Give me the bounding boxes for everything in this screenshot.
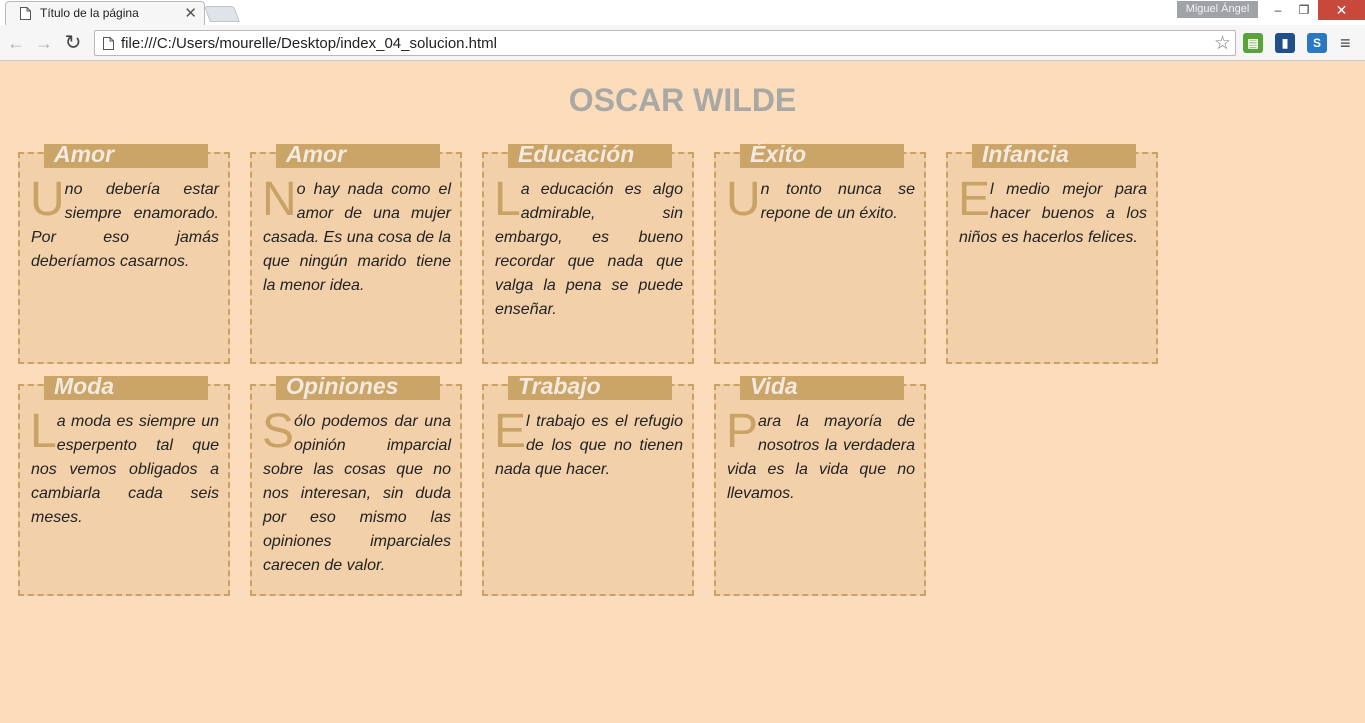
card-heading: Éxito [750,141,807,167]
quote-card: Educación La educación es algo admirable… [482,141,694,364]
drop-cap: L [494,173,521,226]
card-heading: Infancia [982,141,1069,167]
forward-arrow-icon[interactable]: → [34,33,54,53]
page-title: OSCAR WILDE [568,82,797,118]
reload-icon[interactable]: ↻ [63,33,83,53]
card-heading-tab: Amor [44,141,208,168]
drop-cap: S [262,405,295,458]
quote-text: Para la mayoría de nosotros la verdadera… [726,405,915,506]
url-text[interactable]: file:///C:/Users/mourelle/Desktop/index_… [121,35,497,52]
card-heading-tab: Trabajo [508,373,672,400]
quote-text: La educación es algo admirable, sin emba… [494,173,683,322]
quote-body: a moda es siempre un esperpento tal que … [31,413,219,526]
quote-card: Éxito Un tonto nunca se repone de un éxi… [714,141,926,364]
restore-window-button[interactable]: ❐ [1291,0,1317,20]
quote-body: a educación es algo admirable, sin embar… [495,181,683,318]
quote-text: No hay nada como el amor de una mujer ca… [262,173,451,298]
bookmark-star-icon[interactable]: ☆ [1214,32,1231,55]
s-extension-icon[interactable]: S [1307,33,1327,53]
quote-card: Vida Para la mayoría de nosotros la verd… [714,373,926,596]
card-heading-tab: Éxito [740,141,904,168]
drop-cap: E [958,173,991,226]
card-heading: Opiniones [286,373,399,399]
back-arrow-icon[interactable]: ← [6,33,26,53]
printer-extension-icon[interactable]: ▤ [1243,33,1263,53]
quote-card: Trabajo El trabajo es el refugio de los … [482,373,694,596]
drop-cap: U [30,173,65,226]
quote-text: El medio mejor para hacer buenos a los n… [958,173,1147,250]
card-heading-tab: Vida [740,373,904,400]
card-heading-tab: Amor [276,141,440,168]
card-heading-tab: Educación [508,141,672,168]
card-heading: Amor [54,141,115,167]
quote-text: El trabajo es el refugio de los que no t… [494,405,683,482]
drop-cap: N [262,173,297,226]
tab-close-icon[interactable]: ✕ [184,4,197,22]
quote-body: n tonto nunca se repone de un éxito. [760,181,915,222]
quote-text: Sólo podemos dar una opinión imparcial s… [262,405,451,578]
close-window-button[interactable]: ✕ [1318,0,1365,20]
user-profile-badge[interactable]: Miguel Ángel [1177,1,1258,18]
address-bar[interactable]: file:///C:/Users/mourelle/Desktop/index_… [94,30,1236,56]
quote-card: Infancia El medio mejor para hacer bueno… [946,141,1158,364]
chart-extension-icon[interactable]: ▮ [1275,33,1295,53]
quote-text: Uno debería estar siempre enamorado. Por… [30,173,219,274]
page-icon [103,37,114,50]
quote-card: Amor No hay nada como el amor de una muj… [250,141,462,364]
drop-cap: P [726,405,759,458]
card-heading: Trabajo [518,373,601,399]
card-heading: Vida [750,373,798,399]
card-heading-tab: Moda [44,373,208,400]
card-heading: Amor [286,141,347,167]
drop-cap: E [494,405,527,458]
minimize-window-button[interactable]: – [1265,0,1291,20]
card-heading-tab: Opiniones [276,373,440,400]
browser-tab[interactable]: Título de la página ✕ [5,1,205,25]
quote-text: La moda es siempre un esperpento tal que… [30,405,219,530]
hamburger-menu-icon[interactable]: ≡ [1340,33,1358,53]
quote-card: Amor Uno debería estar siempre enamorado… [18,141,230,364]
quote-card: Opiniones Sólo podemos dar una opinión i… [250,373,462,596]
quote-card: Moda La moda es siempre un esperpento ta… [18,373,230,596]
card-heading-tab: Infancia [972,141,1136,168]
tab-title: Título de la página [40,6,139,20]
browser-tabstrip: Título de la página ✕ Miguel Ángel – ❐ ✕ [0,0,1365,25]
drop-cap: U [726,173,761,226]
quote-text: Un tonto nunca se repone de un éxito. [726,173,915,226]
browser-toolbar: ← → ↻ file:///C:/Users/mourelle/Desktop/… [0,25,1365,61]
page-icon [20,7,31,20]
new-tab-button[interactable] [204,6,240,22]
card-heading: Educación [518,141,635,167]
card-heading: Moda [54,373,115,399]
drop-cap: L [30,405,57,458]
